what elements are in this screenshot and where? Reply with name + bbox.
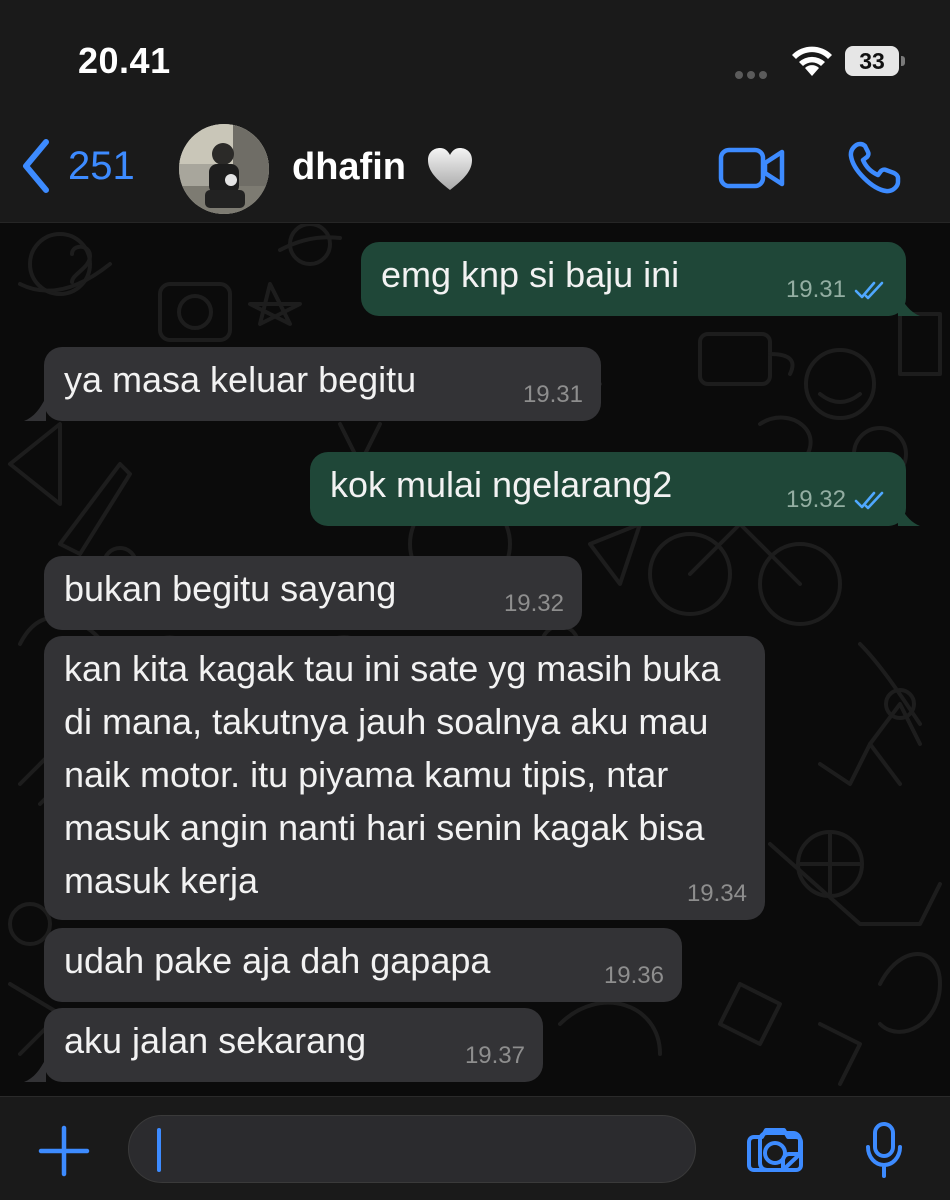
message-list[interactable]: emg knp si baju ini 19.31 ya masa keluar… xyxy=(0,224,950,1096)
message-meta: 19.31 xyxy=(786,278,888,302)
message-text: aku jalan sekarang xyxy=(64,1020,367,1061)
message-text: ya masa keluar begitu xyxy=(64,359,417,400)
message-bubble-incoming[interactable]: aku jalan sekarang 19.37 xyxy=(44,1008,543,1082)
message-meta: 19.32 xyxy=(786,488,888,512)
avatar-photo xyxy=(179,124,269,214)
video-call-button[interactable] xyxy=(718,146,786,190)
bubble-tail xyxy=(24,397,46,421)
text-cursor xyxy=(157,1128,161,1172)
message-input[interactable] xyxy=(128,1115,802,1183)
white-heart-emoji xyxy=(428,148,472,190)
status-bar: 20.41 33 xyxy=(0,0,950,110)
voice-call-button[interactable] xyxy=(846,140,902,196)
battery-indicator: 33 xyxy=(845,46,905,76)
message-time: 19.31 xyxy=(522,381,583,408)
read-receipt-icon xyxy=(854,491,884,510)
message-meta: 19.36 xyxy=(604,964,664,988)
plus-icon[interactable] xyxy=(38,1125,90,1177)
message-time: 19.34 xyxy=(686,880,747,907)
bubble-tail xyxy=(898,292,920,316)
message-bubble-incoming[interactable]: bukan begitu sayang 19.32 xyxy=(44,556,582,630)
wifi-icon xyxy=(792,46,832,76)
message-time: 19.36 xyxy=(603,962,664,989)
message-meta: 19.31 xyxy=(523,383,583,407)
message-bubble-incoming[interactable]: ya masa keluar begitu 19.31 xyxy=(44,347,601,421)
message-bubble-incoming[interactable]: udah pake aja dah gapapa 19.36 xyxy=(44,928,682,1002)
bubble-tail xyxy=(24,1058,46,1082)
status-time: 20.41 xyxy=(78,40,171,81)
message-time: 19.32 xyxy=(785,486,846,513)
camera-icon[interactable] xyxy=(746,1125,804,1173)
chevron-left-icon xyxy=(23,139,49,193)
cellular-signal-icon xyxy=(735,66,779,79)
message-composer xyxy=(0,1096,950,1200)
message-time: 19.31 xyxy=(785,276,846,303)
unread-count: 251 xyxy=(68,143,135,188)
contact-name[interactable]: dhafin xyxy=(292,146,406,189)
message-text: kan kita kagak tau ini sate yg masih buk… xyxy=(64,648,721,901)
message-meta: 19.32 xyxy=(504,592,564,616)
back-button[interactable]: 251 xyxy=(18,138,135,194)
message-bubble-outgoing[interactable]: emg knp si baju ini 19.31 xyxy=(361,242,906,316)
bubble-tail xyxy=(898,502,920,526)
message-text: udah pake aja dah gapapa xyxy=(64,940,491,981)
message-text: bukan begitu sayang xyxy=(64,568,397,609)
message-time: 19.32 xyxy=(503,590,564,617)
message-bubble-outgoing[interactable]: kok mulai ngelarang2 19.32 xyxy=(310,452,906,526)
microphone-icon[interactable] xyxy=(864,1121,904,1179)
message-bubble-incoming[interactable]: kan kita kagak tau ini sate yg masih buk… xyxy=(44,636,765,920)
chat-header: 251 dhafin xyxy=(0,110,950,223)
message-time: 19.37 xyxy=(464,1042,525,1069)
read-receipt-icon xyxy=(854,281,884,300)
message-meta: 19.34 xyxy=(687,882,747,906)
message-meta: 19.37 xyxy=(465,1044,525,1068)
avatar[interactable] xyxy=(179,124,269,214)
